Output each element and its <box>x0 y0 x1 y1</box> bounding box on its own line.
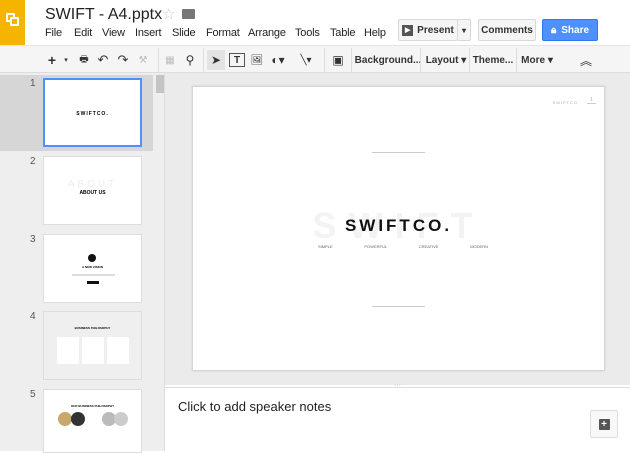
menu-arrange[interactable]: Arrange <box>248 27 286 39</box>
menu-view[interactable]: View <box>102 27 125 39</box>
slide-title: SWIFTCO. <box>193 216 604 236</box>
present-button[interactable]: ▶Present <box>398 19 458 41</box>
menu-help[interactable]: Help <box>364 27 386 39</box>
play-icon: ▶ <box>402 25 413 36</box>
select-layout-icon[interactable]: ▦ <box>163 50 177 70</box>
print-icon[interactable]: 🖶︎ <box>77 50 91 70</box>
line-icon[interactable]: ╲▾ <box>296 50 316 70</box>
background-button[interactable]: Background... <box>355 50 421 70</box>
star-icon[interactable]: ☆ <box>162 5 175 23</box>
menu-tools[interactable]: Tools <box>295 27 320 39</box>
more-button[interactable]: More ▾ <box>519 50 555 70</box>
menu-edit[interactable]: Edit <box>74 27 92 39</box>
collapse-toolbar-icon[interactable]: ︽ <box>578 50 594 70</box>
document-title[interactable]: SWIFT - A4.pptx <box>45 6 162 24</box>
divider-top <box>372 152 425 153</box>
shape-icon[interactable]: ◐▾ <box>267 50 289 70</box>
theme-button[interactable]: Theme... <box>472 50 514 70</box>
new-slide-dropdown[interactable]: ▾ <box>61 50 71 70</box>
zoom-icon[interactable]: ⚲ <box>183 50 197 70</box>
select-tool-icon[interactable]: ➤ <box>207 50 225 70</box>
menu-bar: File Edit View Insert Slide Format Arran… <box>0 27 398 43</box>
present-dropdown[interactable]: ▾ <box>457 19 471 41</box>
undo-icon[interactable]: ↶ <box>96 50 110 70</box>
menu-format[interactable]: Format <box>206 27 240 39</box>
redo-icon[interactable]: ↷ <box>116 50 130 70</box>
add-comment-button[interactable]: + <box>590 410 618 438</box>
layout-button[interactable]: Layout ▾ <box>424 50 468 70</box>
folder-icon[interactable] <box>182 9 195 19</box>
image-icon[interactable]: 🖼︎ <box>250 50 264 70</box>
menu-file[interactable]: File <box>45 27 62 39</box>
filmstrip-scrollbar[interactable] <box>156 75 164 93</box>
textbox-icon[interactable]: T <box>229 53 245 67</box>
paint-format-icon[interactable]: ⚒ <box>136 50 150 70</box>
divider-bottom <box>372 306 425 307</box>
menu-table[interactable]: Table <box>330 27 355 39</box>
menu-insert[interactable]: Insert <box>135 27 161 39</box>
comments-button[interactable]: Comments <box>478 19 536 41</box>
menu-slide[interactable]: Slide <box>172 27 195 39</box>
comment-icon[interactable]: ▣ <box>331 50 345 70</box>
lock-icon: 🔒︎ <box>551 25 556 36</box>
add-comment-icon: + <box>599 419 610 430</box>
share-button[interactable]: 🔒︎Share <box>542 19 598 41</box>
toolbar: + ▾ 🖶︎ ↶ ↷ ⚒ ▦ ⚲ ➤ T 🖼︎ ◐▾ ╲▾ ▣ Backgrou… <box>0 45 630 73</box>
new-slide-button[interactable]: + <box>44 50 60 70</box>
speaker-notes[interactable]: Click to add speaker notes + <box>165 387 630 451</box>
current-slide[interactable]: SWIFTCO. 1 SWIFT SWIFTCO. SIMPLE POWERFU… <box>192 86 605 371</box>
